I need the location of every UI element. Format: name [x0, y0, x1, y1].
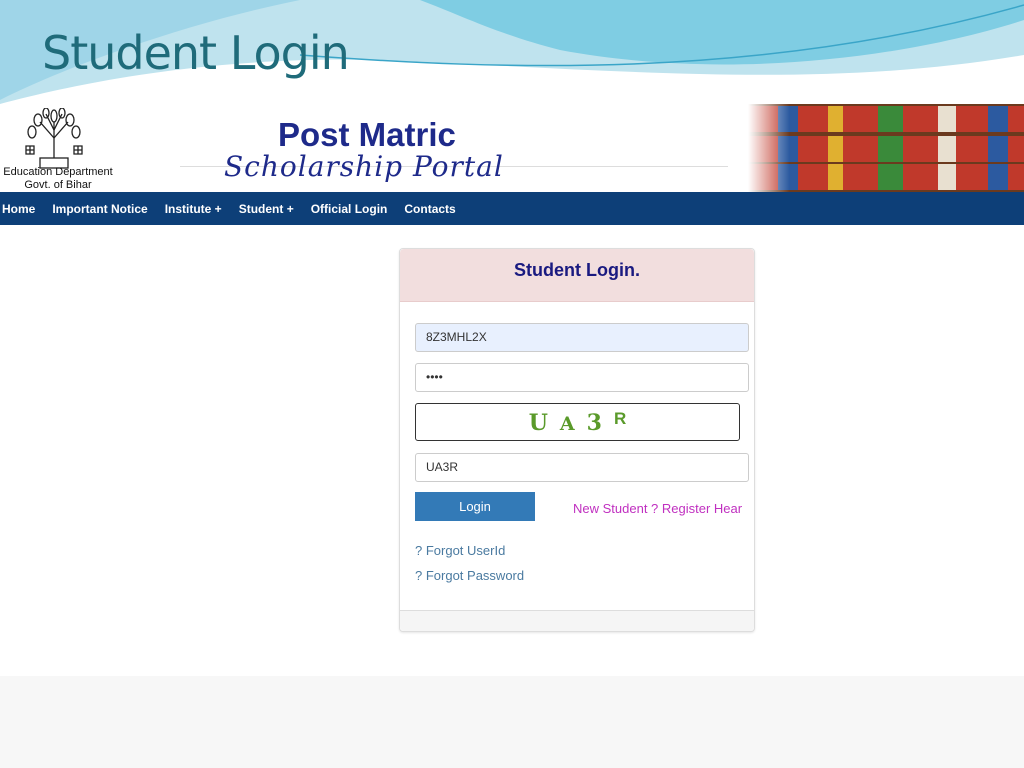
nav-official-login[interactable]: Official Login [303, 202, 396, 216]
forgot-password-link[interactable]: ? Forgot Password [415, 568, 524, 583]
login-button[interactable]: Login [415, 492, 535, 521]
slide-title: Student Login [42, 26, 350, 80]
department-label: Education Department Govt. of Bihar [3, 166, 113, 191]
portal-header: Education Department Govt. of Bihar Post… [0, 104, 1024, 192]
portal-screenshot: Education Department Govt. of Bihar Post… [0, 104, 1024, 676]
bihar-emblem-logo [25, 108, 83, 169]
student-login-panel: Student Login. 8Z3MHL2X •••• UA3R UA3R L… [399, 248, 755, 632]
panel-footer [400, 610, 754, 631]
register-link[interactable]: New Student ? Register Hear [573, 501, 742, 516]
forgot-userid-link[interactable]: ? Forgot UserId [415, 543, 505, 558]
main-nav: Home Important Notice Institute + Studen… [0, 192, 1024, 225]
portal-brand-subtitle: Scholarship Portal [224, 150, 504, 183]
password-input[interactable]: •••• [415, 363, 749, 392]
nav-home[interactable]: Home [1, 202, 43, 216]
nav-student[interactable]: Student + [231, 202, 302, 216]
captcha-image: UA3R [415, 403, 740, 441]
nav-institute[interactable]: Institute + [157, 202, 230, 216]
captcha-input[interactable]: UA3R [415, 453, 749, 482]
panel-title: Student Login. [400, 249, 754, 302]
userid-input[interactable]: 8Z3MHL2X [415, 323, 749, 352]
nav-contacts[interactable]: Contacts [396, 202, 463, 216]
bookshelf-banner-image [748, 104, 1024, 192]
nav-important-notice[interactable]: Important Notice [44, 202, 155, 216]
portal-brand-title: Post Matric [278, 116, 456, 153]
